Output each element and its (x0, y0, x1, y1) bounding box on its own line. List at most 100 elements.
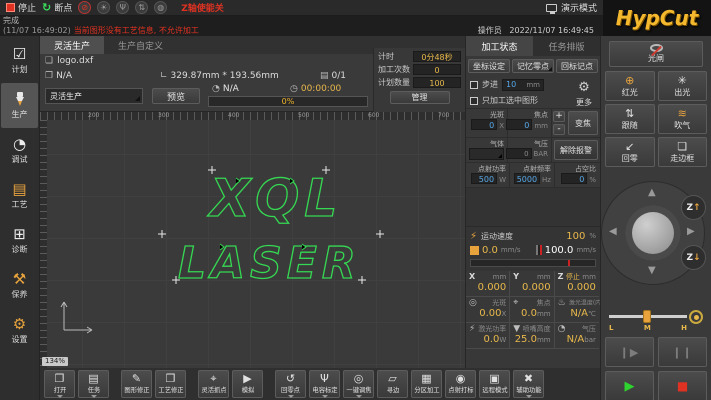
mode-select[interactable]: 灵活生产 (45, 88, 143, 104)
laser-disabled-icon[interactable]: ⊘ (78, 1, 91, 14)
preview-button[interactable]: 预览 (152, 88, 200, 104)
toolbar-remote-mode-button[interactable]: ▣ 远程模式 (479, 370, 510, 398)
red-light-button[interactable]: ⊕ 红光 (605, 71, 655, 101)
light-button[interactable] (689, 310, 703, 324)
zoom-focus-button[interactable]: 变焦 (568, 111, 598, 135)
coords-header-row: Xmm 0.000 Ymm 0.000 Z停止mm 0.000 (466, 271, 600, 297)
zoom-level-badge: 134% (42, 357, 68, 366)
pause-button[interactable]: ❙❙ (658, 337, 707, 367)
demo-mode-button[interactable]: 演示模式 (546, 1, 597, 14)
breakpoint-resume-button[interactable]: ↻ 断点 (42, 1, 72, 14)
toolbar-one-key-focus-button[interactable]: ◎ 一键调焦 (343, 370, 374, 398)
status-line-done: 完成 (0, 16, 603, 26)
toolbar-task-button[interactable]: ▤ 任务 (78, 370, 109, 398)
focus-input[interactable]: 0 (506, 119, 532, 130)
sidebar-item-settings[interactable]: ⚙ 设置 (0, 308, 39, 353)
stop-machining-button[interactable]: ■ (658, 371, 707, 400)
eta-icon: ◔ (212, 84, 220, 94)
laser-out-button[interactable]: ✳ 出光 (658, 71, 708, 101)
spot-status-icon: ◎ (469, 298, 477, 308)
beam-indicator-icon[interactable]: ☀ (97, 1, 110, 14)
tab-process-status[interactable]: 加工状态 (466, 36, 533, 56)
trace-frame-button[interactable]: ❏ 走边框 (658, 137, 708, 167)
jog-right-arrow[interactable]: ▶ (687, 226, 695, 237)
toolbar-open-button[interactable]: ❐ 打开 (44, 370, 75, 398)
go-home-button[interactable]: ↙ 回零 (605, 137, 655, 167)
jog-down-arrow[interactable]: ▼ (648, 265, 656, 276)
start-button[interactable]: ▶ (605, 371, 654, 400)
file-row: ❏ logo.dxf (40, 54, 373, 68)
z-up-button[interactable]: Z↑ (681, 195, 706, 220)
toolbar-partition-process-button[interactable]: ▦ 分区加工 (411, 370, 442, 398)
tab-task-layout[interactable]: 任务排版 (533, 36, 600, 56)
canvas-artwork: XQL LASER (40, 112, 465, 368)
gas-select[interactable] (469, 148, 504, 160)
sidebar-item-maintenance[interactable]: ⚒ 保养 (0, 263, 39, 308)
more-settings[interactable]: ⚙ 更多 (572, 80, 596, 108)
burst-freq-input[interactable]: 5000 (514, 173, 540, 184)
jog-up-arrow[interactable]: ▲ (648, 187, 656, 198)
step-run-button[interactable]: ❙▶ (605, 337, 654, 367)
sidebar-item-production[interactable]: 生产 (1, 83, 38, 128)
shutter-button[interactable]: 光闸 (609, 41, 703, 67)
only-selected-checkbox[interactable] (470, 97, 478, 105)
jog-center-knob[interactable] (632, 212, 674, 254)
sidebar-item-process[interactable]: ▤ 工艺 (0, 173, 39, 218)
manage-button[interactable]: 管理 (390, 91, 450, 104)
laser-temp-value: N/A℃ (558, 308, 596, 321)
step-input[interactable]: 10 mm (502, 79, 544, 91)
toolbar-edge-seek-button[interactable]: ▱ 寻边 (377, 370, 408, 398)
tab-flexible-production[interactable]: 灵活生产 (40, 36, 104, 54)
toolbar-capacitance-calibration-button[interactable]: Ψ 电容标定 (309, 370, 340, 398)
alarm-indicator-icon[interactable]: ◍ (154, 1, 167, 14)
toolbar-spot-marking-button[interactable]: ◉ 点射打标 (445, 370, 476, 398)
step-checkbox[interactable] (470, 81, 478, 89)
mic-indicator-icon[interactable]: Ψ (116, 1, 129, 14)
stop-icon (6, 3, 15, 12)
duty-input[interactable]: 0 (561, 173, 587, 184)
pressure-input[interactable]: 0 (506, 148, 532, 159)
plan-value: 100 (413, 77, 461, 88)
follow-indicator-icon[interactable]: ⇅ (135, 1, 148, 14)
stop-button[interactable]: 停止 (6, 1, 36, 14)
jog-left-arrow[interactable]: ◀ (609, 226, 617, 237)
toolbar-shape-correct-button[interactable]: ✎ 图形修正 (121, 370, 152, 398)
toolbar-auxiliary-button[interactable]: ✖ 辅助功能 (513, 370, 544, 398)
laser-head-icon (12, 91, 28, 107)
z-down-button[interactable]: Z↓ (681, 245, 706, 270)
clear-alarm-button[interactable]: 解除报警 (554, 140, 598, 160)
sidebar-item-diagnosis[interactable]: ⊞ 诊断 (0, 218, 39, 263)
main-sidebar: ☑ 计划 生产 ◔ 调试 ▤ 工艺 ⊞ 诊断 ⚒ 保养 ⚙ 设置 (0, 36, 40, 400)
focus-plus-button[interactable]: + (553, 111, 565, 122)
speed-color-chip (470, 246, 479, 255)
resume-icon: ↻ (42, 1, 51, 14)
gas-pressure-value: N/Abar (558, 334, 596, 347)
pin-icon: ⌖ (210, 373, 216, 385)
plan-label: 计划数量 (378, 77, 410, 88)
follow-button[interactable]: ⇅ 跟随 (605, 104, 655, 134)
focus-minus-button[interactable]: - (553, 124, 565, 135)
jog-speed-handle[interactable] (643, 310, 651, 323)
sidebar-item-debug[interactable]: ◔ 调试 (0, 128, 39, 173)
spot-input[interactable]: 0 (471, 119, 497, 130)
more-label: 更多 (572, 97, 596, 108)
z-up-arrow-icon: ↑ (693, 203, 701, 213)
burst-power-input[interactable]: 500 (471, 173, 497, 184)
sidebar-item-plan[interactable]: ☑ 计划 (0, 38, 39, 83)
toolbar-grab-point-button[interactable]: ⌖ 灵活抓点 (198, 370, 229, 398)
return-mark-button[interactable]: 回标记点 (556, 59, 598, 73)
coordinate-set-button[interactable]: 坐标设定 (468, 59, 510, 73)
slider-mid-label: M (644, 324, 651, 332)
design-canvas[interactable]: XQL LASER (40, 112, 465, 368)
toolbar-return-origin-button[interactable]: ↺ 回零点 (275, 370, 306, 398)
tab-production-custom[interactable]: 生产自定义 (104, 36, 177, 54)
z-coordinate: 0.000 (558, 282, 596, 295)
speed-slider[interactable] (470, 259, 596, 267)
process-status-panel: 加工状态 任务排版 坐标设定 记忆零点 回标记点 步进 10 mm 只加工选中图… (465, 36, 600, 368)
toolbar-process-correct-button[interactable]: ❒ 工艺修正 (155, 370, 186, 398)
blow-air-button[interactable]: ≋ 吹气 (658, 104, 708, 134)
memory-zero-button[interactable]: 记忆零点 (512, 59, 554, 73)
toolbar-simulate-button[interactable]: ▶ 模拟 (232, 370, 263, 398)
material-icon: ❐ (45, 71, 53, 81)
grid-icon: ▦ (421, 373, 431, 385)
